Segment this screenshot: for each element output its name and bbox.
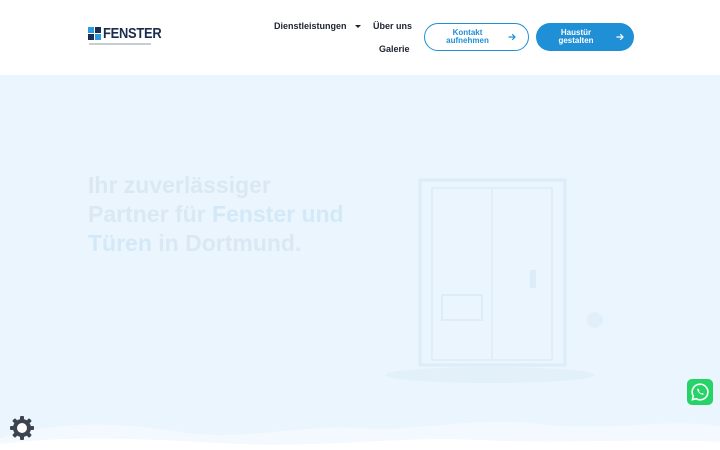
hero-title-part2: in Dortmund. bbox=[151, 230, 302, 256]
nav-item-services-label: Dienstleistungen bbox=[274, 21, 347, 31]
whatsapp-button[interactable] bbox=[687, 379, 713, 405]
arrow-right-icon bbox=[616, 33, 624, 41]
nav-item-services[interactable]: Dienstleistungen bbox=[274, 21, 361, 31]
gear-icon[interactable] bbox=[9, 415, 35, 441]
nav-item-gallery-label: Galerie bbox=[379, 44, 410, 54]
nav-item-about[interactable]: Über uns bbox=[373, 21, 412, 31]
configure-door-button-label: Haustür gestalten bbox=[558, 28, 594, 45]
site-header: FENSTER Dienstleistungen Über uns Galeri… bbox=[0, 0, 720, 75]
door-illustration bbox=[385, 178, 603, 383]
contact-button-label: Kontakt aufnehmen bbox=[446, 28, 489, 45]
logo-tagline-line bbox=[89, 43, 151, 45]
contact-button[interactable]: Kontakt aufnehmen bbox=[424, 23, 529, 51]
arrow-right-icon bbox=[508, 33, 516, 41]
hero-title: Ihr zuverlässiger Partner für Fenster un… bbox=[88, 171, 348, 258]
nav-item-gallery[interactable]: Galerie bbox=[379, 44, 410, 54]
hero-eyebrow bbox=[88, 161, 188, 167]
logo-text: FENSTER bbox=[103, 25, 162, 42]
logo-mark-icon bbox=[88, 27, 102, 41]
configure-door-button[interactable]: Haustür gestalten bbox=[536, 23, 634, 51]
whatsapp-icon bbox=[691, 383, 709, 401]
hero-section: Ihr zuverlässiger Partner für Fenster un… bbox=[0, 75, 720, 450]
logo[interactable]: FENSTER bbox=[88, 26, 162, 48]
chevron-down-icon bbox=[354, 24, 361, 28]
nav-item-about-label: Über uns bbox=[373, 21, 413, 31]
hero-waves bbox=[0, 421, 720, 450]
